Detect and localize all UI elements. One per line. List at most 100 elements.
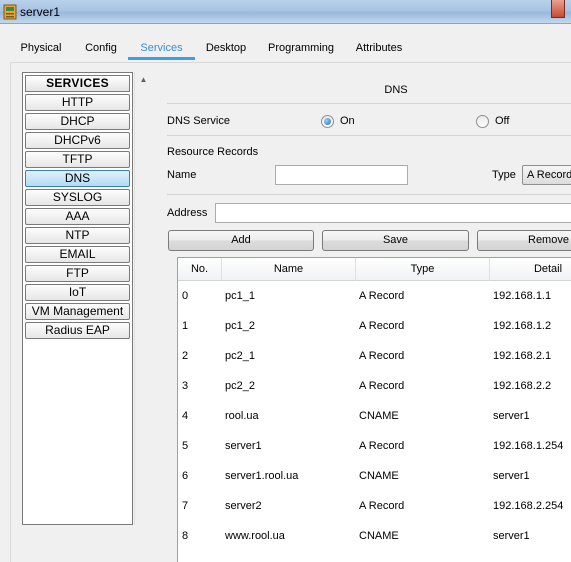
service-item-iot[interactable]: IoT	[25, 284, 130, 301]
cell-name: pc1_1	[225, 290, 255, 302]
cell-detail: 192.168.1.254	[493, 440, 564, 452]
cell-name: www.rool.ua	[225, 530, 285, 542]
type-label: Type	[492, 169, 516, 181]
table-row[interactable]: 2 pc2_1 A Record 192.168.2.1	[178, 341, 571, 371]
service-item-ntp[interactable]: NTP	[25, 227, 130, 244]
cell-type: A Record	[359, 320, 405, 332]
divider	[167, 135, 571, 136]
add-button[interactable]: Add	[168, 230, 314, 251]
table-row[interactable]: 4 rool.ua CNAME server1	[178, 401, 571, 431]
active-tab-indicator	[128, 57, 195, 60]
table-row[interactable]: 6 server1.rool.ua CNAME server1	[178, 461, 571, 491]
cell-no: 8	[182, 530, 189, 542]
dns-title: DNS	[384, 84, 408, 96]
tab-desktop[interactable]: Desktop	[198, 38, 254, 60]
service-item-email[interactable]: EMAIL	[25, 246, 130, 263]
cell-no: 6	[182, 470, 189, 482]
cell-no: 7	[182, 500, 189, 512]
table-row[interactable]: 5 server1 A Record 192.168.1.254	[178, 431, 571, 461]
cell-type: A Record	[359, 350, 405, 362]
cell-type: CNAME	[359, 470, 399, 482]
name-label: Name	[167, 169, 197, 181]
cell-name: server1	[225, 440, 262, 452]
column-header-no[interactable]: No.	[178, 258, 222, 281]
cell-name: server2	[225, 500, 262, 512]
column-header-type[interactable]: Type	[356, 258, 490, 281]
divider	[167, 103, 571, 104]
cell-detail: 192.168.1.2	[493, 320, 552, 332]
cell-name: pc2_2	[225, 380, 255, 392]
service-item-dhcpv6[interactable]: DHCPv6	[25, 132, 130, 149]
dns-on-radio[interactable]	[321, 115, 334, 128]
dns-service-label: DNS Service	[167, 115, 230, 127]
tab-attributes[interactable]: Attributes	[348, 38, 410, 60]
save-button[interactable]: Save	[322, 230, 469, 251]
remove-button[interactable]: Remove	[477, 230, 571, 251]
scroll-up-icon[interactable]: ▲	[135, 72, 152, 88]
services-scrollbar[interactable]: ▲	[134, 72, 151, 525]
cell-detail: 192.168.2.254	[493, 500, 564, 512]
cell-no: 4	[182, 410, 189, 422]
services-list: SERVICES HTTP DHCP DHCPv6 TFTP DNS SYSLOG AAA N…	[22, 72, 133, 525]
address-input[interactable]	[215, 203, 571, 223]
name-input[interactable]	[275, 165, 408, 185]
service-item-dhcp[interactable]: DHCP	[25, 113, 130, 130]
dns-off-label: Off	[495, 115, 510, 127]
cell-name: pc1_2	[225, 320, 255, 332]
window-body: Physical Config Services Desktop Program…	[0, 24, 571, 562]
dns-panel: DNS DNS Service On Off Resource Records …	[157, 63, 571, 562]
resource-records-label: Resource Records	[167, 146, 259, 158]
divider	[167, 194, 571, 195]
tab-config[interactable]: Config	[76, 38, 126, 60]
cell-detail: server1	[493, 470, 530, 482]
column-header-name[interactable]: Name	[222, 258, 356, 281]
cell-no: 5	[182, 440, 189, 452]
cell-name: server1.rool.ua	[225, 470, 299, 482]
cell-type: A Record	[359, 380, 405, 392]
cell-type: A Record	[359, 440, 405, 452]
address-label: Address	[167, 207, 208, 219]
service-item-radius-eap[interactable]: Radius EAP	[25, 322, 130, 339]
cell-detail: 192.168.2.1	[493, 350, 552, 362]
dns-off-radio[interactable]	[476, 115, 489, 128]
services-frame: SERVICES HTTP DHCP DHCPv6 TFTP DNS SYSLOG AAA N…	[10, 62, 571, 562]
type-select[interactable]: A Record	[522, 165, 571, 185]
service-item-syslog[interactable]: SYSLOG	[25, 189, 130, 206]
tab-physical[interactable]: Physical	[10, 38, 72, 60]
dns-records-table: No. Name Type Detail 0 pc1_1 A Record 192.1…	[177, 257, 571, 562]
cell-type: CNAME	[359, 530, 399, 542]
column-header-detail[interactable]: Detail	[490, 258, 571, 281]
table-row[interactable]: 8 www.rool.ua CNAME server1	[178, 521, 571, 551]
dns-on-label: On	[340, 115, 355, 127]
table-header: No. Name Type Detail	[178, 258, 571, 281]
table-row[interactable]: 7 server2 A Record 192.168.2.254	[178, 491, 571, 521]
cell-no: 3	[182, 380, 189, 392]
cell-type: A Record	[359, 500, 405, 512]
cell-name: pc2_1	[225, 350, 255, 362]
cell-name: rool.ua	[225, 410, 259, 422]
close-button[interactable]	[551, 0, 565, 18]
service-item-vm-management[interactable]: VM Management	[25, 303, 130, 320]
service-item-aaa[interactable]: AAA	[25, 208, 130, 225]
title-bar: server1	[0, 0, 571, 24]
tab-programming[interactable]: Programming	[262, 38, 340, 60]
cell-detail: server1	[493, 530, 530, 542]
table-row[interactable]: 0 pc1_1 A Record 192.168.1.1	[178, 281, 571, 311]
services-header: SERVICES	[25, 75, 130, 92]
table-row[interactable]: 3 pc2_2 A Record 192.168.2.2	[178, 371, 571, 401]
service-item-dns[interactable]: DNS	[25, 170, 130, 187]
cell-no: 2	[182, 350, 189, 362]
cell-detail: server1	[493, 410, 530, 422]
service-item-tftp[interactable]: TFTP	[25, 151, 130, 168]
app-icon	[3, 4, 17, 20]
cell-no: 0	[182, 290, 189, 302]
service-item-http[interactable]: HTTP	[25, 94, 130, 111]
service-item-ftp[interactable]: FTP	[25, 265, 130, 282]
window-title: server1	[20, 5, 61, 19]
cell-detail: 192.168.1.1	[493, 290, 552, 302]
table-row[interactable]: 1 pc1_2 A Record 192.168.1.2	[178, 311, 571, 341]
cell-type: CNAME	[359, 410, 399, 422]
cell-detail: 192.168.2.2	[493, 380, 552, 392]
cell-no: 1	[182, 320, 189, 332]
cell-type: A Record	[359, 290, 405, 302]
